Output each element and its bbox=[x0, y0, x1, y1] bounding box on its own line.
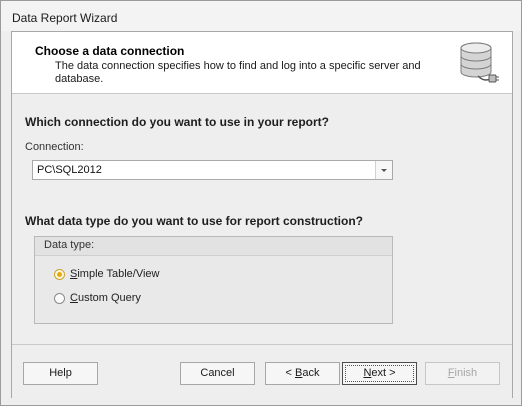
title-bar[interactable]: Data Report Wizard bbox=[1, 1, 521, 31]
wizard-window: Data Report Wizard Choose a data connect… bbox=[0, 0, 522, 406]
radio-button[interactable] bbox=[54, 293, 65, 304]
data-type-question: What data type do you want to use for re… bbox=[25, 214, 364, 228]
finish-button[interactable]: Finish bbox=[425, 362, 500, 385]
page-title: Choose a data connection bbox=[35, 44, 185, 58]
mnemonic-letter: C bbox=[70, 292, 78, 304]
finish-button-rest: inish bbox=[454, 367, 478, 379]
back-button[interactable]: < Back bbox=[265, 362, 340, 385]
next-button[interactable]: Next > bbox=[342, 362, 417, 385]
focus-rectangle bbox=[345, 365, 414, 382]
wizard-client-area: Choose a data connection The data connec… bbox=[11, 31, 513, 398]
radio-simple-table-view-label: Simple Table/View bbox=[70, 268, 159, 280]
wizard-footer: Help Cancel < Back Next > Finish bbox=[12, 344, 512, 398]
connection-select[interactable]: PC\SQL2012 bbox=[32, 160, 393, 180]
cancel-button-label: Cancel bbox=[200, 367, 235, 379]
radio-custom-query-label: Custom Query bbox=[70, 292, 141, 304]
back-button-rest: ack bbox=[302, 367, 320, 379]
cancel-button[interactable]: Cancel bbox=[180, 362, 255, 385]
label-text: imple Table/View bbox=[77, 268, 160, 280]
data-type-group-title: Data type: bbox=[44, 239, 95, 251]
page-description: The data connection specifies how to fin… bbox=[55, 60, 421, 85]
back-button-prefix: < bbox=[285, 367, 295, 379]
data-type-group-header: Data type: bbox=[35, 237, 392, 256]
help-button-label: Help bbox=[49, 367, 72, 379]
data-type-group: Data type: Simple Table/View Custom Quer… bbox=[34, 236, 393, 324]
wizard-header: Choose a data connection The data connec… bbox=[12, 32, 512, 94]
wizard-content: Which connection do you want to use in y… bbox=[12, 94, 512, 344]
database-connection-icon bbox=[460, 42, 499, 83]
connection-select-value: PC\SQL2012 bbox=[37, 164, 102, 176]
connection-question: Which connection do you want to use in y… bbox=[25, 115, 330, 129]
label-text: ustom Query bbox=[77, 292, 141, 304]
finish-button-mnemonic: F bbox=[447, 367, 455, 379]
window-title: Data Report Wizard bbox=[12, 11, 118, 25]
radio-button-selected[interactable] bbox=[54, 269, 65, 280]
help-button[interactable]: Help bbox=[23, 362, 98, 385]
connection-label: Connection: bbox=[25, 141, 84, 153]
chevron-down-icon[interactable] bbox=[375, 161, 392, 179]
